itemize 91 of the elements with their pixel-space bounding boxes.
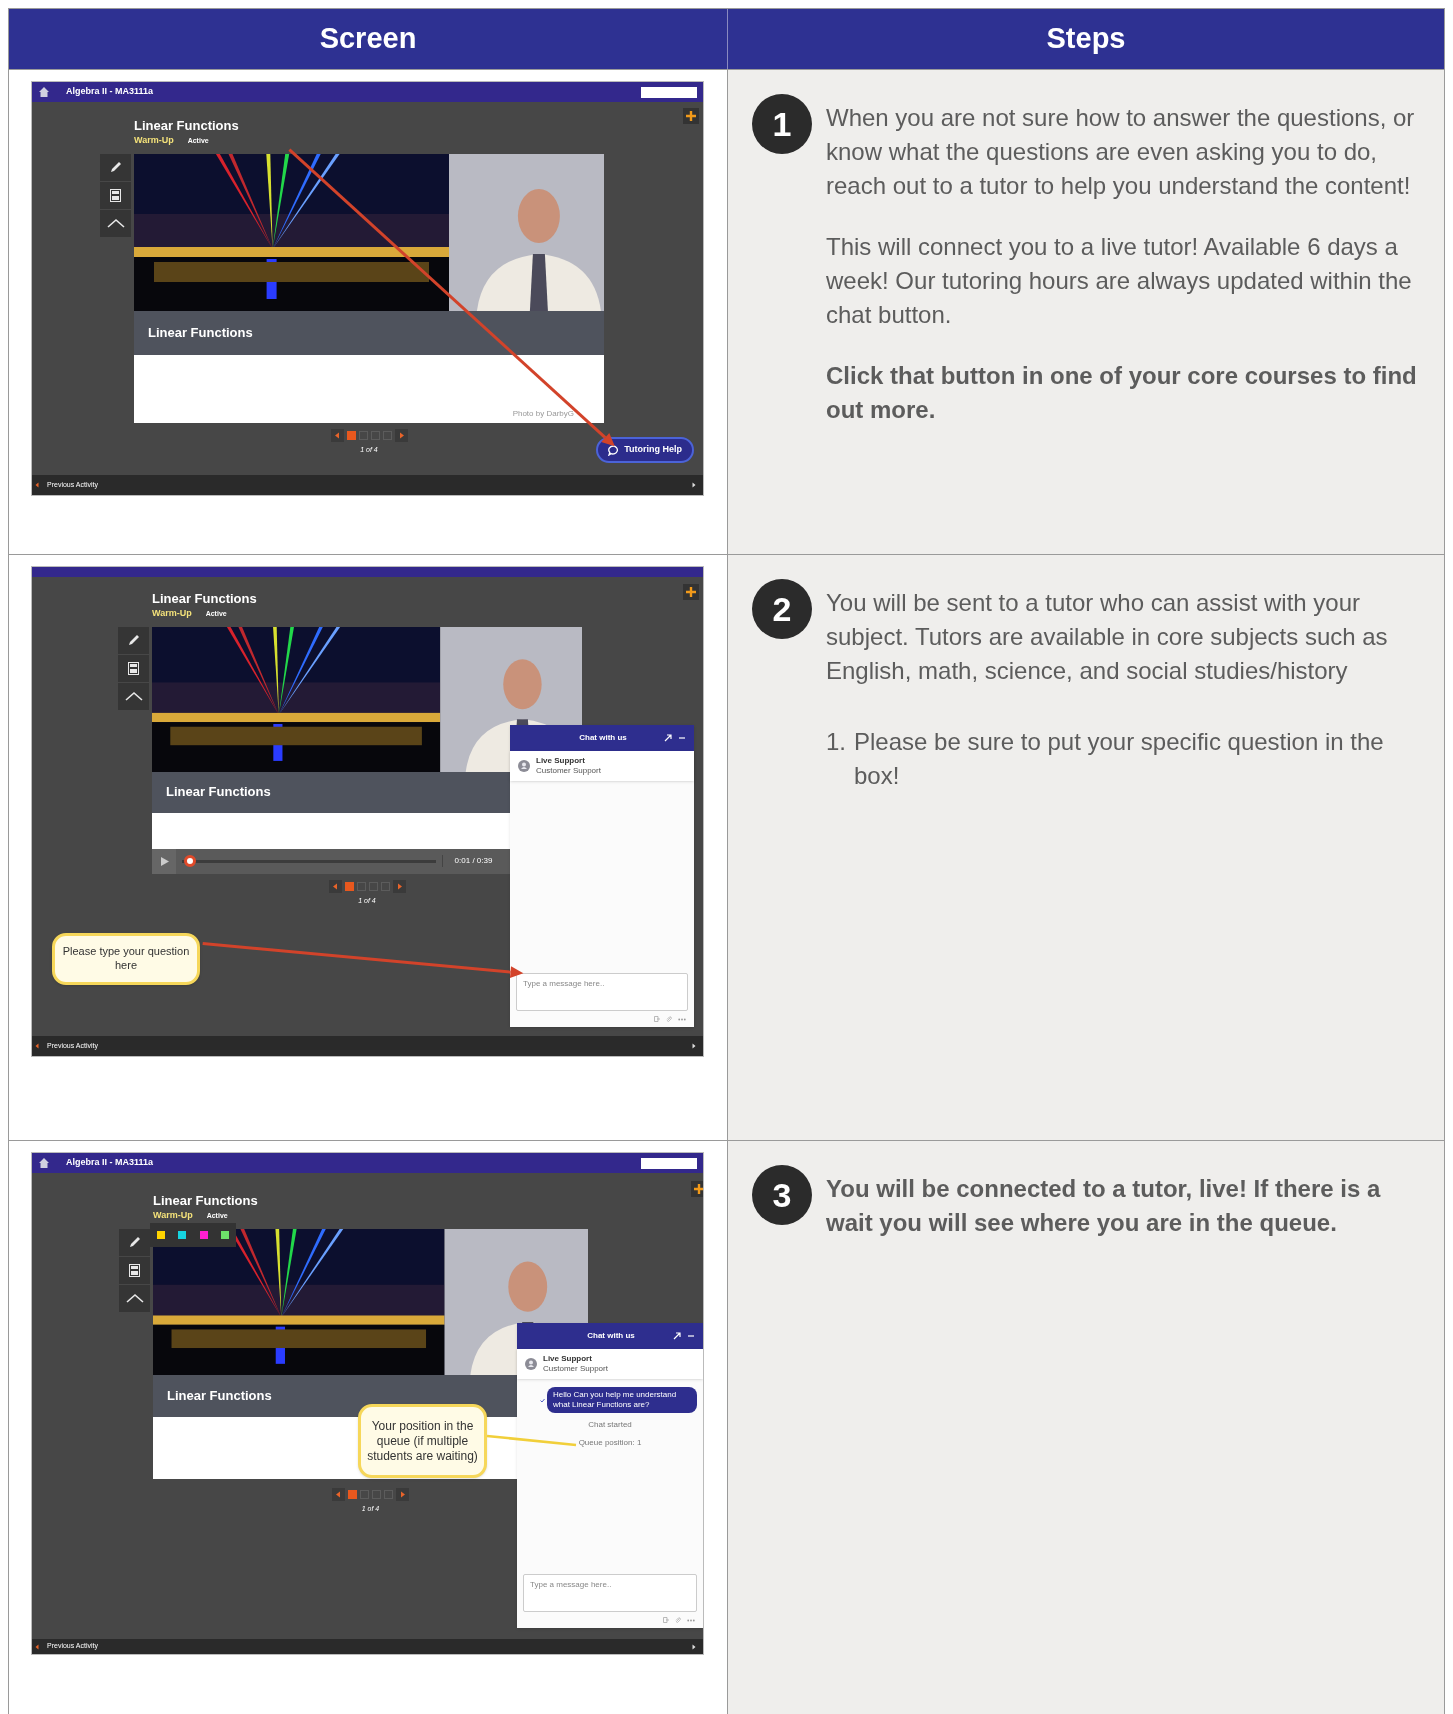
lesson-title: Linear Functions [134, 118, 239, 134]
caret-up-icon [106, 218, 125, 228]
calculator-icon [110, 188, 121, 202]
expand-icon[interactable] [664, 734, 672, 742]
tool-button[interactable] [118, 626, 149, 654]
slide-title: Linear Functions [166, 783, 271, 802]
photo-credit: Photo by DarbyG [512, 407, 574, 420]
home-icon[interactable] [38, 86, 50, 98]
lesson-title: Linear Functions [153, 1193, 258, 1209]
lesson-tag: Warm-Up [134, 134, 174, 148]
callout: Please type your question here [52, 933, 200, 985]
agent-role: Customer Support [543, 1364, 608, 1374]
message-input[interactable]: Type a message here.. [516, 973, 688, 1011]
minimize-icon[interactable] [687, 1332, 695, 1340]
chat-event: Queue position: 1 [578, 1437, 642, 1449]
step-text: You will be connected to a tutor, live! If there is a wait you will see where you are in the queue. [826, 1174, 1382, 1238]
message-input[interactable]: Type a message here.. [523, 1574, 697, 1612]
video-time: 0:01 / 0:39 [442, 855, 504, 867]
paperclip-icon[interactable] [666, 1016, 672, 1022]
pencil-icon [126, 633, 141, 647]
step-text: You will be sent to a tutor who can assist with your subject. Tutors are available in core subjects such as English, math, science, and social studies/history [826, 588, 1389, 686]
previous-icon[interactable] [332, 1487, 345, 1501]
calculator-icon [129, 1263, 140, 1277]
next-icon[interactable] [396, 1487, 409, 1501]
color-swatch[interactable] [178, 1231, 187, 1239]
tool-button[interactable] [119, 1284, 150, 1312]
header-field [641, 86, 697, 98]
seek-thumb[interactable] [183, 854, 196, 867]
plus-icon[interactable] [691, 1181, 703, 1197]
tool-button[interactable] [119, 1256, 150, 1284]
course-title: Algebra II - MA3111a [66, 85, 154, 99]
lesson-tag: Warm-Up [153, 1209, 193, 1223]
page-indicator[interactable] [344, 881, 354, 891]
tool-button[interactable] [119, 1228, 150, 1256]
course-title: Algebra II - MA3111a [66, 1156, 154, 1170]
step-number: 3 [752, 1165, 812, 1225]
lesson-tag: Warm-Up [152, 607, 192, 621]
color-swatch[interactable] [199, 1231, 208, 1239]
tool-button[interactable] [118, 654, 149, 682]
paperclip-icon[interactable] [675, 1617, 681, 1623]
minimize-icon[interactable] [678, 734, 686, 742]
expand-icon[interactable] [673, 1332, 681, 1340]
callout: Your position in the queue (if multiple students are waiting) [358, 1404, 487, 1478]
chat-title: Chat with us [586, 1330, 636, 1342]
play-icon[interactable] [152, 848, 176, 874]
step-number: 1 [752, 94, 812, 154]
tool-button[interactable] [100, 209, 131, 237]
chat-bubble-icon [608, 444, 620, 456]
color-swatch[interactable] [221, 1231, 230, 1239]
header-field [641, 1157, 697, 1169]
step-text: Click that button in one of your core courses to find out more. [826, 361, 1418, 425]
next-icon[interactable] [394, 428, 408, 442]
previous-icon[interactable] [330, 428, 344, 442]
calculator-icon [128, 661, 139, 675]
step-text: Please be sure to put your specific question in the box! [854, 727, 1385, 791]
caret-up-icon [124, 691, 143, 701]
agent-role: Customer Support [536, 766, 601, 776]
previous-icon[interactable] [328, 879, 342, 893]
tool-button[interactable] [100, 181, 131, 209]
plus-icon[interactable] [683, 584, 699, 600]
page-indicator[interactable] [346, 430, 356, 440]
chat-title: Chat with us [578, 732, 628, 744]
tutoring-help-button[interactable]: Tutoring Help [596, 437, 694, 463]
agent-name: Live Support [543, 1354, 593, 1364]
list-number: 1. [826, 727, 846, 757]
avatar-icon [525, 1358, 537, 1370]
tool-button[interactable] [100, 153, 131, 181]
plus-icon[interactable] [683, 108, 699, 124]
step-number: 2 [752, 579, 812, 639]
pencil-icon [108, 160, 123, 174]
avatar-icon [518, 760, 530, 772]
lesson-title: Linear Functions [152, 591, 257, 607]
tool-button[interactable] [118, 682, 149, 710]
check-icon [540, 1397, 545, 1403]
more-icon[interactable] [678, 1017, 686, 1021]
slide-title: Linear Functions [148, 323, 253, 342]
agent-name: Live Support [536, 756, 586, 766]
more-icon[interactable] [687, 1618, 695, 1622]
column-header: Steps [1046, 21, 1126, 57]
pencil-icon [127, 1235, 142, 1249]
next-icon[interactable] [392, 879, 406, 893]
message-bubble: Hello Can you help me understand what Linear Functions are? [547, 1387, 697, 1413]
caret-up-icon [125, 1293, 144, 1303]
color-swatch[interactable] [156, 1231, 165, 1239]
column-header: Screen [319, 21, 417, 57]
home-icon[interactable] [38, 1157, 50, 1169]
page-indicator[interactable] [348, 1489, 357, 1499]
chat-event: Chat started [588, 1419, 632, 1431]
slide-title: Linear Functions [167, 1386, 272, 1405]
step-text: This will connect you to a live tutor! Available 6 days a week! Our tutoring hours are always updated within the chat button. [826, 232, 1413, 330]
step-text: When you are not sure how to answer the questions, or know what the questions are even asking you to do, reach out to a tutor to help you understand the content! [826, 103, 1416, 201]
